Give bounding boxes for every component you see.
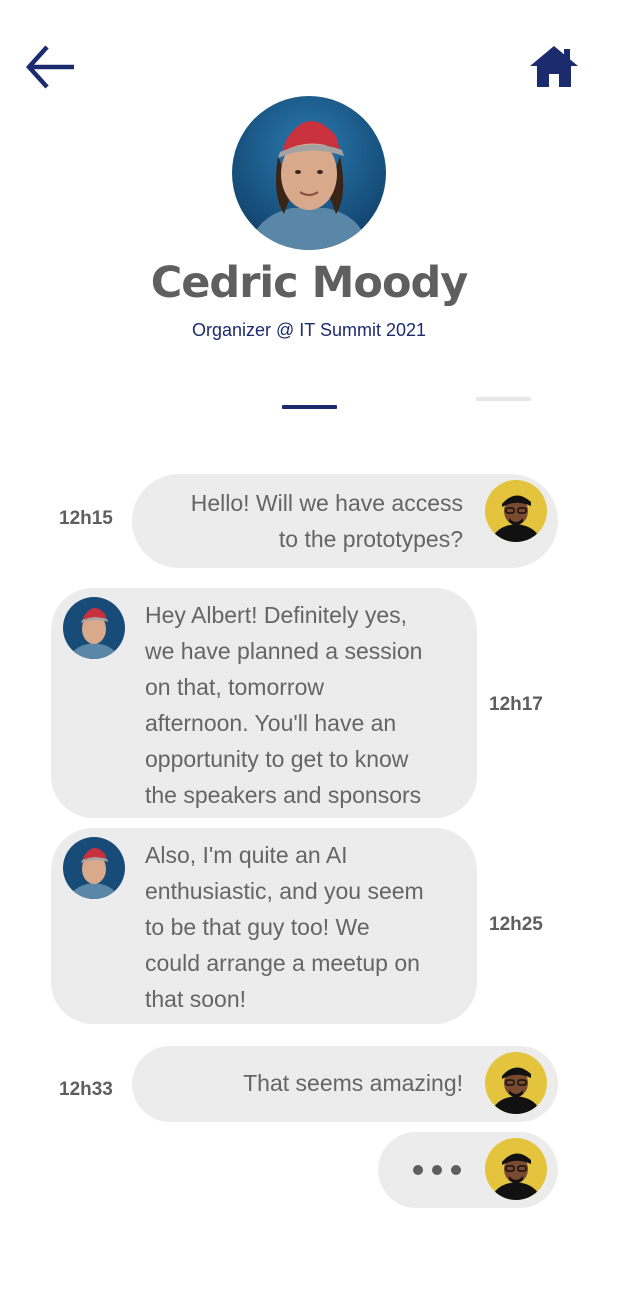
profile-role: Organizer @ IT Summit 2021	[191, 320, 427, 340]
message-time: 12h25	[489, 914, 543, 935]
home-button[interactable]	[526, 40, 582, 92]
message-line: to the prototypes?	[278, 526, 463, 552]
home-icon	[530, 46, 578, 87]
avatar-organizer[interactable]	[63, 597, 125, 659]
avatar-user[interactable]	[485, 1138, 547, 1200]
message-bubble-user: Hello! Will we have access to the protot…	[132, 474, 558, 568]
message-line: Hey Albert! Definitely yes,	[145, 602, 408, 628]
arrow-left-icon	[25, 45, 74, 89]
profile-avatar	[232, 96, 386, 250]
tab-chat[interactable]	[282, 405, 337, 409]
typing-dots-icon	[413, 1165, 461, 1175]
message-line: we have planned a session	[145, 638, 423, 664]
avatar-organizer[interactable]	[63, 837, 125, 899]
avatar-user[interactable]	[485, 480, 547, 542]
message-bubble-user: That seems amazing!	[132, 1046, 558, 1122]
message-line: to be that guy too! We	[145, 914, 370, 940]
message-line: on that, tomorrow	[145, 674, 324, 700]
message-time: 12h33	[59, 1079, 113, 1100]
message-line: could arrange a meetup on	[145, 950, 420, 976]
message-line: afternoon. You'll have an	[145, 710, 397, 736]
typing-indicator	[378, 1132, 558, 1208]
message-line: Also, I'm quite an AI	[145, 842, 348, 868]
back-button[interactable]	[24, 42, 76, 92]
message-line: that soon!	[145, 986, 247, 1012]
message-bubble-organizer: Hey Albert! Definitely yes, we have plan…	[51, 588, 477, 818]
message-line: enthusiastic, and you seem	[145, 878, 424, 904]
message-time: 12h15	[59, 508, 113, 529]
profile-name: Cedric Moody	[150, 258, 469, 308]
message-bubble-organizer: Also, I'm quite an AI enthusiastic, and …	[51, 828, 477, 1024]
message-time: 12h17	[489, 694, 543, 715]
message-line: Hello! Will we have access	[190, 490, 463, 516]
message-line: That seems amazing!	[243, 1070, 463, 1096]
tab-info[interactable]	[476, 397, 531, 401]
message-line: opportunity to get to know	[145, 746, 409, 772]
avatar-user[interactable]	[485, 1052, 547, 1114]
message-line: the speakers and sponsors	[145, 782, 422, 808]
